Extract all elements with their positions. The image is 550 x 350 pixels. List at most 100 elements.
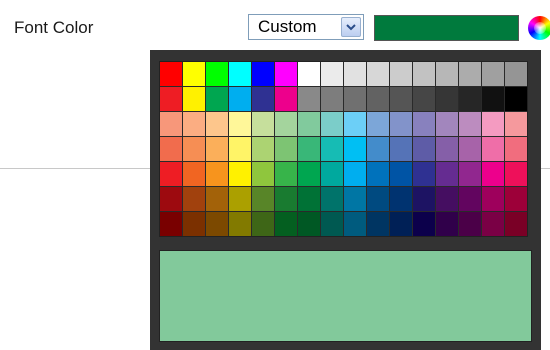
color-swatch[interactable] [413, 87, 435, 111]
color-swatch[interactable] [459, 112, 481, 136]
color-swatch[interactable] [344, 87, 366, 111]
color-swatch[interactable] [367, 187, 389, 211]
color-swatch[interactable] [482, 162, 504, 186]
color-swatch[interactable] [413, 137, 435, 161]
color-swatch[interactable] [321, 212, 343, 236]
color-swatch[interactable] [229, 62, 251, 86]
color-swatch[interactable] [413, 62, 435, 86]
color-swatch[interactable] [390, 187, 412, 211]
color-swatch[interactable] [390, 112, 412, 136]
color-swatch[interactable] [275, 137, 297, 161]
color-swatch[interactable] [229, 112, 251, 136]
color-swatch[interactable] [436, 162, 458, 186]
color-swatch[interactable] [160, 137, 182, 161]
color-swatch[interactable] [252, 187, 274, 211]
color-swatch[interactable] [344, 187, 366, 211]
color-swatch[interactable] [344, 162, 366, 186]
color-swatch[interactable] [459, 187, 481, 211]
current-color-swatch[interactable] [374, 15, 519, 41]
color-swatch[interactable] [298, 212, 320, 236]
color-swatch[interactable] [206, 187, 228, 211]
color-swatch[interactable] [321, 187, 343, 211]
color-swatch[interactable] [206, 212, 228, 236]
color-swatch[interactable] [206, 162, 228, 186]
color-swatch[interactable] [413, 162, 435, 186]
color-swatch[interactable] [183, 137, 205, 161]
color-swatch[interactable] [298, 162, 320, 186]
color-swatch[interactable] [390, 87, 412, 111]
color-swatch[interactable] [160, 62, 182, 86]
color-swatch[interactable] [413, 112, 435, 136]
color-swatch[interactable] [390, 212, 412, 236]
color-mode-select[interactable]: Custom [248, 14, 364, 40]
color-swatch[interactable] [367, 137, 389, 161]
color-swatch[interactable] [252, 87, 274, 111]
color-swatch[interactable] [413, 212, 435, 236]
color-swatch[interactable] [482, 212, 504, 236]
color-swatch[interactable] [229, 137, 251, 161]
color-swatch[interactable] [505, 162, 527, 186]
color-swatch[interactable] [390, 62, 412, 86]
color-swatch[interactable] [459, 137, 481, 161]
color-swatch[interactable] [505, 212, 527, 236]
color-swatch[interactable] [459, 162, 481, 186]
color-swatch[interactable] [183, 212, 205, 236]
color-swatch[interactable] [436, 62, 458, 86]
color-swatch[interactable] [505, 62, 527, 86]
color-swatch[interactable] [160, 187, 182, 211]
color-swatch[interactable] [252, 112, 274, 136]
color-swatch[interactable] [229, 212, 251, 236]
color-swatch[interactable] [252, 162, 274, 186]
color-swatch[interactable] [229, 162, 251, 186]
color-wheel-icon[interactable] [528, 16, 550, 40]
color-swatch[interactable] [160, 112, 182, 136]
color-swatch[interactable] [298, 62, 320, 86]
color-swatch[interactable] [229, 187, 251, 211]
color-swatch[interactable] [459, 62, 481, 86]
color-swatch[interactable] [298, 112, 320, 136]
color-swatch[interactable] [275, 62, 297, 86]
color-swatch[interactable] [206, 62, 228, 86]
color-swatch[interactable] [252, 212, 274, 236]
color-swatch[interactable] [482, 137, 504, 161]
color-swatch[interactable] [298, 187, 320, 211]
color-swatch[interactable] [505, 112, 527, 136]
color-swatch[interactable] [206, 137, 228, 161]
color-swatch[interactable] [160, 162, 182, 186]
color-swatch[interactable] [459, 87, 481, 111]
color-swatch[interactable] [206, 87, 228, 111]
color-swatch[interactable] [252, 137, 274, 161]
color-swatch[interactable] [436, 212, 458, 236]
color-swatch[interactable] [183, 187, 205, 211]
color-swatch[interactable] [321, 137, 343, 161]
color-swatch[interactable] [321, 112, 343, 136]
color-swatch[interactable] [275, 162, 297, 186]
color-swatch[interactable] [505, 137, 527, 161]
color-swatch[interactable] [206, 112, 228, 136]
color-swatch[interactable] [275, 87, 297, 111]
color-swatch[interactable] [413, 187, 435, 211]
color-swatch[interactable] [436, 87, 458, 111]
color-swatch[interactable] [321, 87, 343, 111]
color-swatch[interactable] [160, 87, 182, 111]
color-swatch[interactable] [229, 87, 251, 111]
color-swatch[interactable] [436, 187, 458, 211]
color-swatch[interactable] [344, 112, 366, 136]
chevron-down-icon[interactable] [341, 17, 361, 37]
color-swatch[interactable] [390, 162, 412, 186]
color-swatch[interactable] [183, 87, 205, 111]
color-swatch[interactable] [298, 87, 320, 111]
color-swatch[interactable] [183, 62, 205, 86]
color-swatch[interactable] [344, 212, 366, 236]
color-swatch[interactable] [183, 112, 205, 136]
color-swatch[interactable] [344, 137, 366, 161]
color-swatch[interactable] [367, 212, 389, 236]
color-swatch[interactable] [321, 62, 343, 86]
color-swatch[interactable] [160, 212, 182, 236]
color-swatch[interactable] [275, 212, 297, 236]
color-swatch[interactable] [367, 62, 389, 86]
color-swatch[interactable] [367, 112, 389, 136]
color-swatch[interactable] [436, 112, 458, 136]
color-swatch[interactable] [482, 87, 504, 111]
color-swatch[interactable] [482, 187, 504, 211]
